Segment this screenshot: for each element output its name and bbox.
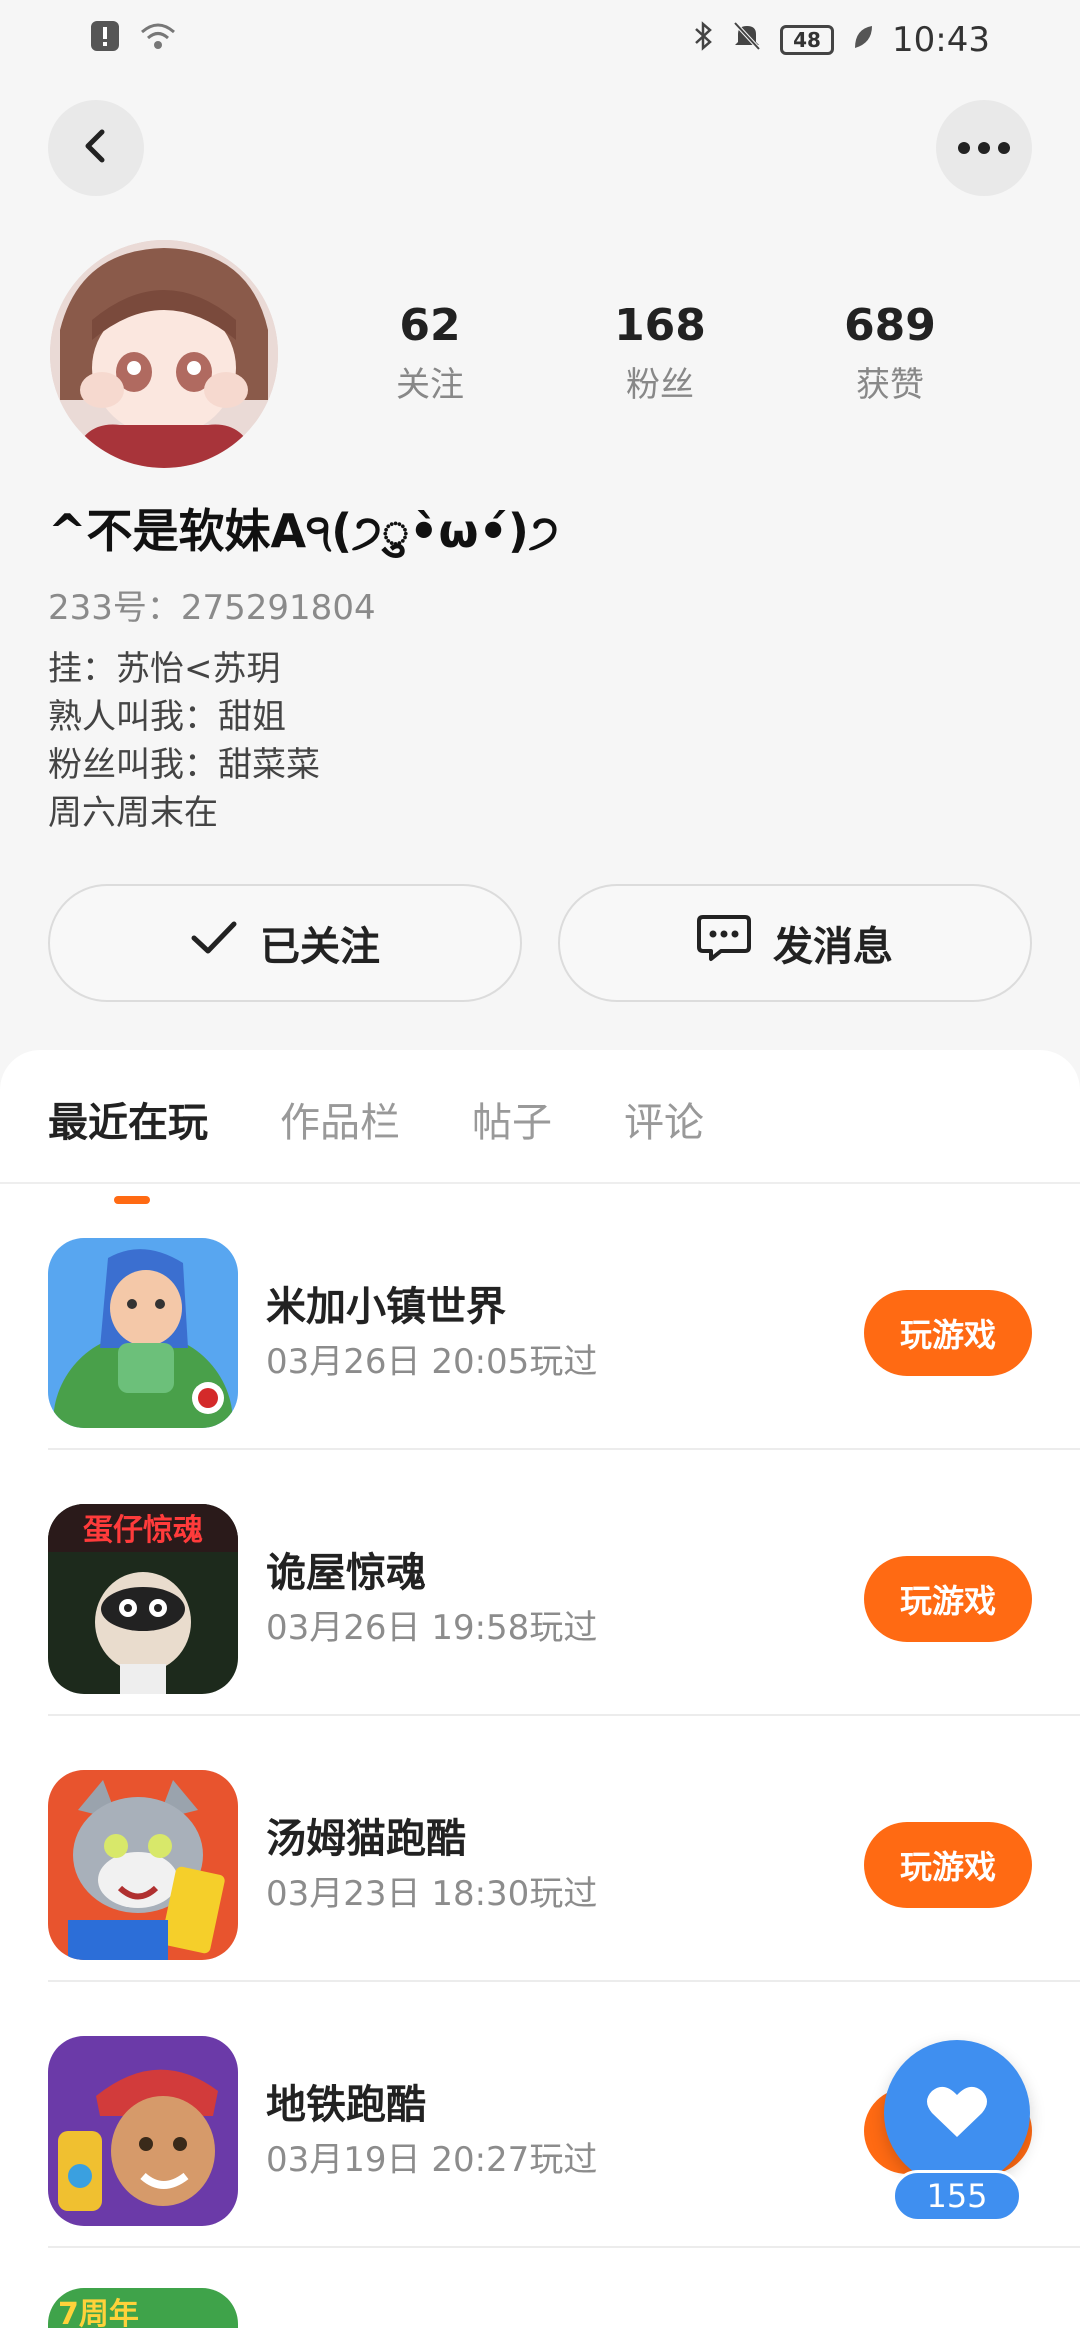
game-played-time: 03月19日 20:27玩过 — [266, 2140, 598, 2180]
mute-icon — [732, 20, 762, 60]
subway-surfers-icon — [48, 2036, 238, 2226]
tab-posts[interactable]: 帖子 — [472, 1090, 552, 1148]
bio-line: 粉丝叫我：甜菜菜 — [48, 745, 320, 785]
game-played-time: 03月23日 18:30玩过 — [266, 1874, 598, 1914]
list-item[interactable]: 汤姆猫跑酷 03月23日 18:30玩过 玩游戏 — [48, 1716, 1080, 1982]
battery-icon: 48 — [780, 25, 835, 55]
play-game-button[interactable]: 玩游戏 — [864, 1556, 1032, 1642]
message-button[interactable]: 发消息 — [558, 884, 1032, 1002]
bio-line: 周六周末在 — [48, 793, 218, 833]
tom-cat-icon — [48, 1770, 238, 1960]
game-played-time: 03月26日 20:05玩过 — [266, 1342, 598, 1382]
miga-town-icon — [48, 1238, 238, 1428]
stat-likes[interactable]: 689 获赞 — [790, 300, 990, 406]
followed-label: 已关注 — [260, 924, 380, 970]
wifi-icon — [138, 20, 178, 60]
haunted-house-icon: 蛋仔惊魂 — [48, 1504, 238, 1694]
icon-title-text: 蛋仔惊魂 — [83, 1513, 203, 1548]
game-name: 诡屋惊魂 — [266, 1550, 426, 1596]
status-left — [90, 20, 178, 60]
profile-tabs: 最近在玩 作品栏 帖子 评论 — [48, 1090, 704, 1204]
bio: 挂：苏怡<苏玥 熟人叫我：甜姐 粉丝叫我：甜菜菜 周六周末在 — [48, 645, 320, 837]
game-name: 汤姆猫跑酷 — [266, 1816, 466, 1862]
tab-works[interactable]: 作品栏 — [280, 1090, 400, 1148]
heart-icon — [926, 2083, 988, 2143]
list-item[interactable]: 7周年 — [48, 2248, 1080, 2328]
eco-icon — [852, 21, 874, 59]
avatar[interactable] — [50, 240, 278, 468]
stat-label: 关注 — [396, 365, 464, 405]
bio-line: 熟人叫我：甜姐 — [48, 697, 286, 737]
bluetooth-icon — [692, 20, 714, 60]
stat-label: 获赞 — [856, 365, 924, 405]
game-name: 米加小镇世界 — [266, 1284, 506, 1330]
username: ^不是软妹A੧(੭ु•̀ω•́)੭ — [48, 504, 559, 558]
user-id: 233号：275291804 — [48, 588, 376, 628]
back-button[interactable] — [48, 100, 144, 196]
message-label: 发消息 — [773, 924, 893, 970]
tab-recently-played[interactable]: 最近在玩 — [48, 1090, 208, 1148]
list-item[interactable]: 米加小镇世界 03月26日 20:05玩过 玩游戏 — [48, 1184, 1080, 1450]
chevron-left-icon — [76, 126, 116, 170]
play-game-button[interactable]: 玩游戏 — [864, 1290, 1032, 1376]
icon-badge-text: 7周年 — [58, 2297, 139, 2328]
stat-value: 62 — [399, 300, 461, 351]
tab-comments[interactable]: 评论 — [624, 1090, 704, 1148]
profile-stats: 62 关注 168 粉丝 689 获赞 — [330, 300, 990, 406]
bio-line: 挂：苏怡<苏玥 — [48, 649, 281, 689]
game-name: 地铁跑酷 — [266, 2082, 426, 2128]
status-bar: 48 10:43 — [0, 0, 1080, 80]
alert-icon — [90, 20, 120, 60]
game-played-time: 03月26日 19:58玩过 — [266, 1608, 598, 1648]
more-button[interactable] — [936, 100, 1032, 196]
like-count: 155 — [892, 2170, 1022, 2222]
more-horizontal-icon — [958, 142, 1010, 154]
stat-fans[interactable]: 168 粉丝 — [560, 300, 760, 406]
followed-button[interactable]: 已关注 — [48, 884, 522, 1002]
stat-value: 168 — [614, 300, 706, 351]
stat-following[interactable]: 62 关注 — [330, 300, 530, 406]
check-icon — [190, 918, 238, 968]
play-game-button[interactable]: 玩游戏 — [864, 1822, 1032, 1908]
status-right: 48 10:43 — [692, 20, 990, 60]
chat-bubble-icon — [697, 913, 751, 973]
like-button[interactable] — [884, 2040, 1030, 2186]
status-time: 10:43 — [892, 20, 990, 60]
stat-label: 粉丝 — [626, 365, 694, 405]
list-item[interactable]: 蛋仔惊魂 诡屋惊魂 03月26日 19:58玩过 玩游戏 — [48, 1450, 1080, 1716]
stat-value: 689 — [844, 300, 936, 351]
game-icon-partial: 7周年 — [48, 2288, 238, 2328]
